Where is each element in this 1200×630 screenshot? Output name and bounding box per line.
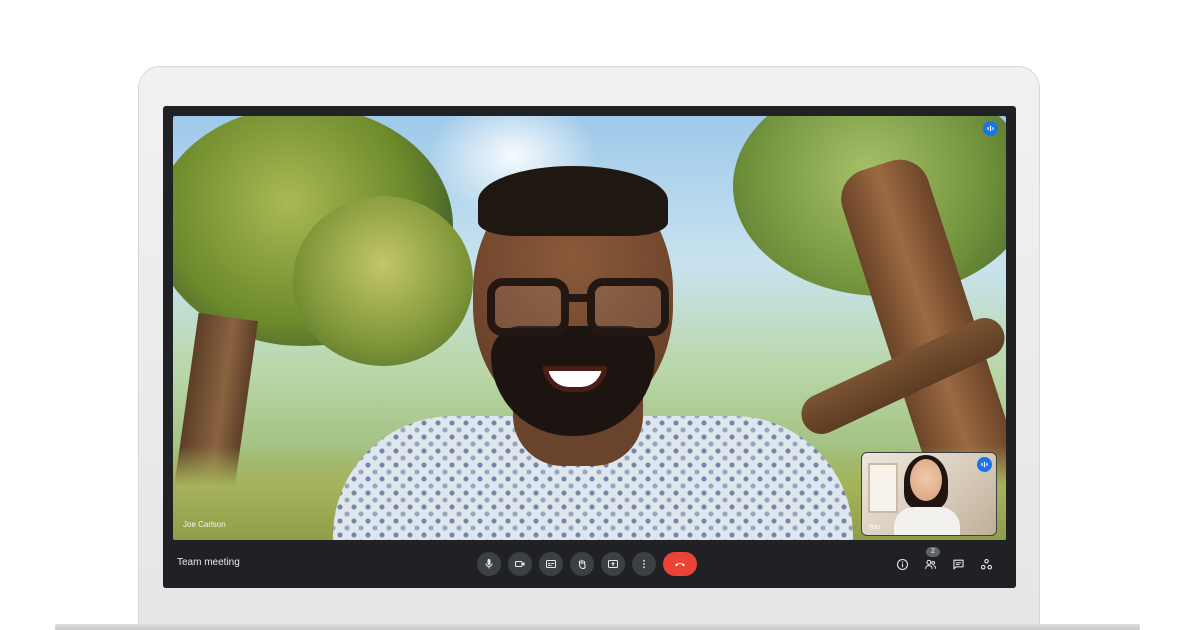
more-options-icon — [643, 559, 645, 569]
present-screen-icon — [608, 560, 618, 568]
self-view-tile[interactable]: You — [861, 452, 997, 536]
participant-name-label: Joe Carlson — [183, 520, 226, 529]
self-face — [910, 459, 942, 501]
raise-hand-icon — [578, 559, 586, 570]
activities-button[interactable] — [979, 557, 993, 571]
call-controls — [477, 552, 697, 576]
speaker-glasses — [483, 266, 673, 346]
raise-hand-button[interactable] — [570, 552, 594, 576]
hang-up-button[interactable] — [663, 552, 697, 576]
speaking-indicator-icon — [983, 121, 998, 136]
camera-button[interactable] — [508, 552, 532, 576]
meet-window: Joe Carlson You Team meeting 2 — [163, 106, 1016, 588]
self-body — [894, 507, 960, 535]
captions-icon — [546, 560, 556, 568]
people-button[interactable]: 2 — [923, 547, 940, 571]
meeting-info-icon — [896, 558, 908, 570]
meeting-title: Team meeting — [177, 557, 240, 568]
control-bar: Team meeting 2 — [163, 540, 1016, 588]
laptop-base — [55, 624, 1140, 630]
present-screen-button[interactable] — [601, 552, 625, 576]
activities-icon — [980, 558, 992, 569]
people-count-badge: 2 — [926, 547, 940, 557]
captions-button[interactable] — [539, 552, 563, 576]
camera-icon — [514, 560, 525, 568]
microphone-icon — [485, 559, 493, 569]
background-foliage — [293, 196, 473, 366]
people-icon — [924, 559, 936, 569]
speaking-indicator-icon — [977, 457, 992, 472]
hang-up-icon — [675, 563, 685, 567]
speaker-hair — [478, 166, 668, 236]
chat-button[interactable] — [951, 557, 965, 571]
self-name-label: You — [868, 524, 880, 531]
meeting-info-button[interactable] — [895, 557, 909, 571]
side-panel-controls: 2 — [895, 547, 993, 571]
more-options-button[interactable] — [632, 552, 656, 576]
microphone-button[interactable] — [477, 552, 501, 576]
self-background-window — [868, 463, 898, 513]
chat-icon — [952, 559, 964, 569]
